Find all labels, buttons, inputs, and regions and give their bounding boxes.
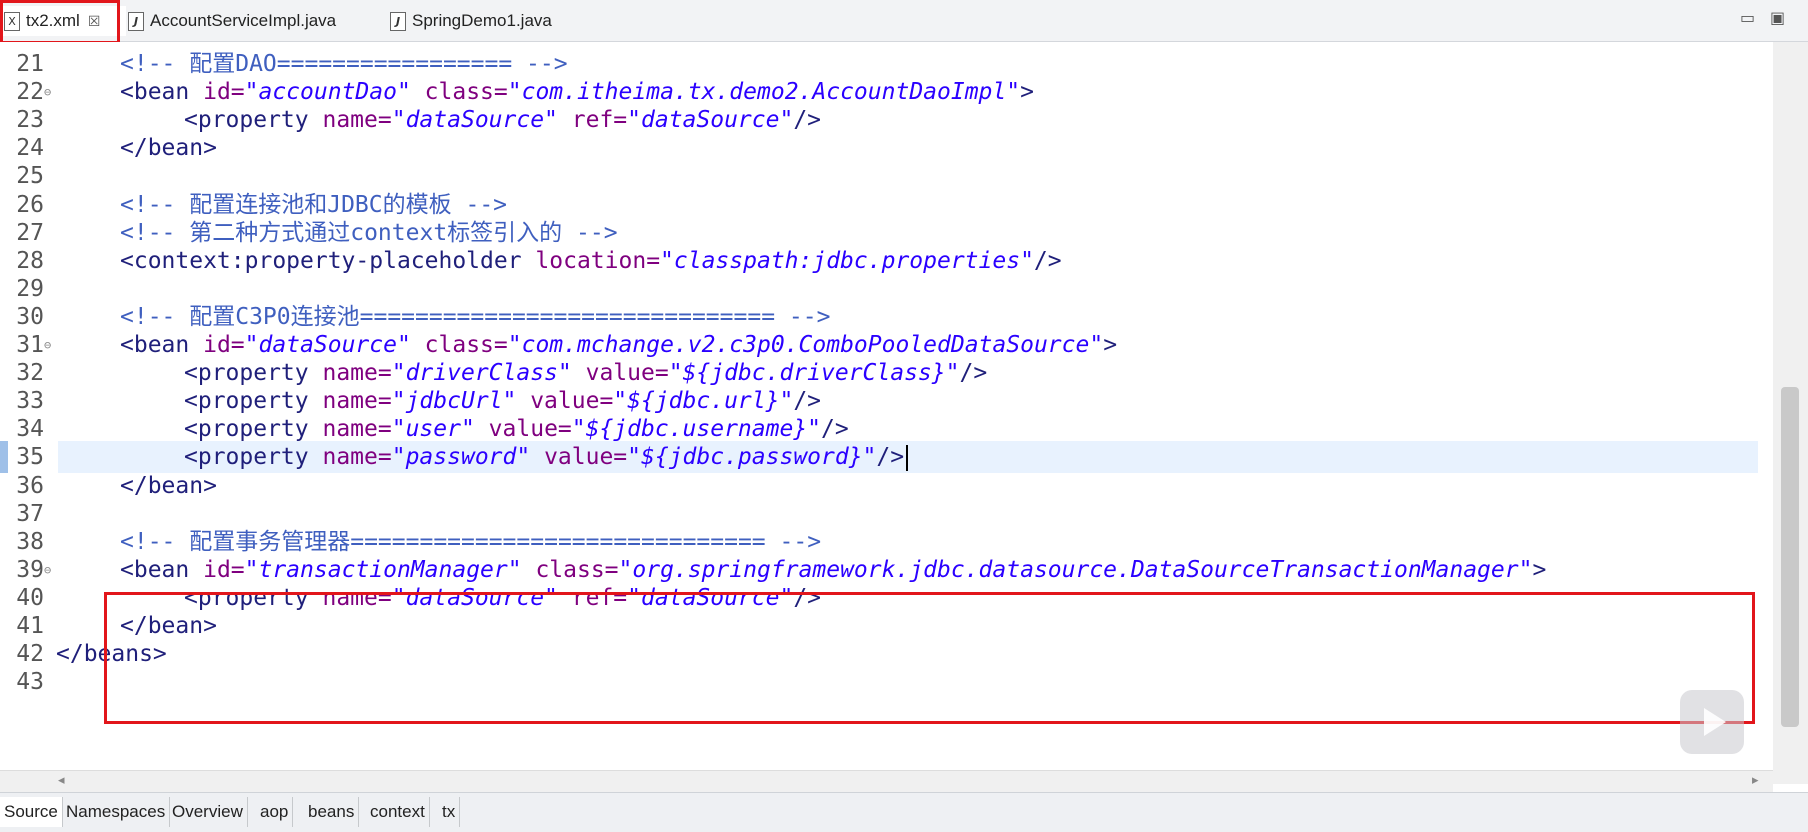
play-overlay-icon[interactable]	[1680, 690, 1744, 754]
code-editor[interactable]: 21 <!-- 配置DAO================= --> 22 ⊖ <bea…	[0, 42, 1773, 784]
token-attr: name=	[322, 360, 392, 387]
bottom-tab-aop[interactable]: aop	[256, 797, 294, 827]
token-val: "dataSource"	[627, 584, 794, 611]
token-tag: />	[793, 107, 822, 134]
token-cmt: <!-- 配置DAO================= -->	[120, 51, 568, 77]
scroll-left-icon[interactable]: ◂	[58, 773, 65, 788]
token-val: "${jdbc.username}"	[571, 416, 822, 443]
token-cmt: <!-- 配置C3P0连接池==========================…	[120, 303, 831, 330]
token-val: "transactionManager"	[244, 556, 522, 583]
token-val: "${jdbc.driverClass}"	[668, 360, 960, 387]
token-attr: name=	[322, 584, 392, 611]
vertical-scrollbar[interactable]	[1773, 42, 1808, 784]
token-val: "driverClass"	[391, 360, 572, 387]
token-tag: <context:property-placeholder	[120, 247, 536, 274]
token-attr: value=	[571, 360, 669, 387]
bottom-tab-tx[interactable]: tx	[438, 797, 461, 827]
token-tag: </bean>	[120, 135, 217, 162]
minimize-icon[interactable]: ▭	[1740, 8, 1755, 27]
token-tag: />	[793, 388, 822, 415]
token-tag: <property	[184, 416, 323, 443]
token-attr: class=	[410, 79, 508, 106]
token-attr: ref=	[557, 107, 628, 134]
token-val: "com.mchange.v2.c3p0.ComboPooledDataSour…	[507, 332, 1104, 358]
token-val: "dataSource"	[244, 332, 411, 358]
token-tag: >	[1020, 79, 1034, 106]
token-tag: </bean>	[120, 472, 217, 499]
token-attr: value=	[530, 444, 628, 471]
xml-file-icon: X	[4, 11, 20, 31]
token-tag: />	[876, 444, 905, 471]
bottom-tab-beans[interactable]: beans	[304, 797, 360, 827]
token-tag: />	[1033, 247, 1062, 274]
close-icon[interactable]: ☒	[88, 13, 101, 30]
text-cursor	[906, 444, 909, 471]
token-val: "dataSource"	[391, 107, 558, 134]
token-val: "user"	[391, 416, 475, 443]
token-attr: class=	[521, 556, 619, 583]
token-tag: <property	[184, 388, 323, 415]
token-tag: />	[821, 416, 849, 443]
token-tag: >	[1103, 332, 1118, 358]
token-tag: <property	[184, 444, 323, 471]
token-attr: id=	[203, 332, 245, 358]
token-cmt: <!-- 配置事务管理器============================…	[120, 528, 822, 555]
code-line[interactable]: 43	[0, 666, 1773, 698]
token-val: "accountDao"	[244, 79, 411, 106]
token-tag: />	[793, 584, 822, 611]
token-tag: <property	[184, 360, 323, 387]
tab-tx2-xml[interactable]: X tx2.xml ☒	[0, 6, 126, 36]
bottom-tab-namespaces[interactable]: Namespaces	[62, 797, 171, 827]
token-attr: name=	[322, 107, 392, 134]
horizontal-scrollbar[interactable]: ◂ ▸	[0, 770, 1773, 793]
maximize-icon[interactable]: ▣	[1770, 8, 1785, 27]
token-tag: </beans>	[56, 641, 167, 668]
scrollbar-thumb[interactable]	[1781, 387, 1799, 727]
token-val: "com.itheima.tx.demo2.AccountDaoImpl"	[507, 79, 1021, 106]
bottom-tab-source[interactable]: Source	[0, 797, 63, 827]
tab-label: tx2.xml	[26, 11, 80, 30]
tab-accountserviceimpl-java[interactable]: J AccountServiceImpl.java	[128, 6, 336, 36]
token-attr: ref=	[557, 584, 628, 611]
token-attr: value=	[516, 388, 614, 415]
java-file-icon: J	[128, 11, 144, 31]
token-val: "classpath:jdbc.properties"	[660, 247, 1034, 274]
tab-label: AccountServiceImpl.java	[150, 11, 337, 30]
bottom-tab-bar: Source Namespaces Overview aop beans context t…	[0, 792, 1808, 832]
java-file-icon: J	[390, 11, 406, 31]
token-val: "dataSource"	[627, 107, 794, 134]
token-cmt: <!-- 配置连接池和JDBC的模板 -->	[120, 191, 508, 218]
token-val: "password"	[391, 444, 531, 471]
token-attr: location=	[535, 247, 661, 274]
token-attr: name=	[322, 388, 392, 415]
token-val: "dataSource"	[391, 584, 558, 611]
token-attr: id=	[203, 79, 245, 106]
token-tag: <property	[184, 584, 323, 611]
token-val: "${jdbc.url}"	[613, 388, 794, 415]
token-attr: class=	[410, 332, 508, 358]
token-attr: name=	[322, 416, 392, 443]
tab-label: SpringDemo1.java	[412, 11, 552, 30]
scroll-right-icon[interactable]: ▸	[1752, 773, 1759, 788]
line-number: 43	[16, 669, 44, 696]
tab-springdemo1-java[interactable]: J SpringDemo1.java	[390, 6, 552, 36]
token-tag: />	[959, 360, 988, 387]
token-attr: value=	[474, 416, 572, 443]
token-tag: <bean	[120, 79, 204, 106]
token-tag: <property	[184, 107, 323, 134]
token-attr: name=	[322, 444, 392, 471]
token-tag: <bean	[120, 556, 204, 583]
token-val: "org.springframework.jdbc.datasource.Dat…	[618, 556, 1533, 583]
token-val: "${jdbc.password}"	[627, 444, 877, 471]
token-cmt: <!-- 第二种方式通过context标签引入的 -->	[120, 219, 618, 246]
token-tag: <bean	[120, 332, 204, 358]
token-tag: </bean>	[120, 613, 217, 639]
token-val: "jdbcUrl"	[391, 388, 517, 415]
bottom-tab-overview[interactable]: Overview	[168, 797, 248, 827]
bottom-tab-context[interactable]: context	[366, 797, 430, 827]
token-tag: >	[1532, 556, 1547, 583]
token-attr: id=	[203, 556, 245, 583]
editor-tab-bar: X tx2.xml ☒ J AccountServiceImpl.java J …	[0, 0, 1808, 42]
